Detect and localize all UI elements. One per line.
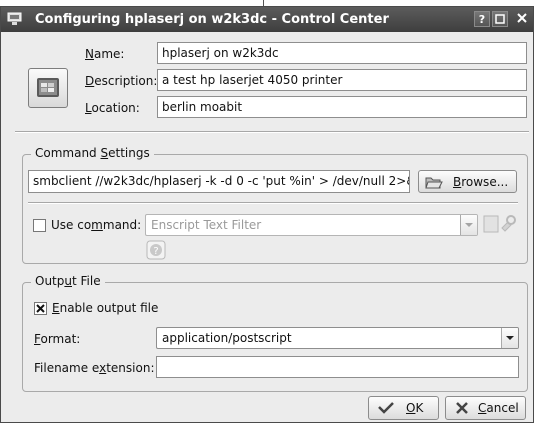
folder-open-icon [425,174,443,193]
command-field[interactable]: smbclient //w2k3dc/hplaserj -k -d 0 -c '… [28,170,410,193]
edit-filter-icon[interactable] [482,214,518,237]
extension-field[interactable] [156,356,519,378]
printer-icon-button[interactable] [28,68,68,108]
maximize-icon [495,14,505,24]
name-field[interactable]: hplaserj on w2k3dc [157,42,527,64]
enable-output-checkbox[interactable] [34,302,47,315]
browse-button[interactable]: Browse... [418,170,517,193]
use-command-label: Use command: [51,218,142,232]
description-label: Description: [85,74,158,88]
output-file-title: Output File [31,274,105,288]
separator [15,131,529,133]
format-select[interactable]: application/postscript [156,327,519,349]
chevron-down-icon [460,215,477,235]
location-label: Location: [85,101,140,115]
maximize-button[interactable] [492,11,508,27]
format-label: Format: [34,332,81,346]
printer-window-icon [37,78,59,97]
name-label: Name: [85,47,125,61]
use-command-checkbox[interactable] [33,219,46,232]
help-icon[interactable]: ? [146,240,166,263]
svg-text:?: ? [153,246,158,257]
checkmark-icon [36,304,45,313]
close-button[interactable] [513,11,531,27]
extension-label: Filename extension: [34,361,155,375]
help-button[interactable]: ? [474,11,490,27]
control-center-dialog: Configuring hplaserj on w2k3dc - Control… [0,6,534,423]
command-settings-title: Command Settings [31,146,154,160]
cancel-button[interactable]: Cancel [445,396,526,420]
printer-app-icon [7,12,22,26]
ok-button[interactable]: OK [368,396,439,420]
format-value: application/postscript [162,331,292,345]
enable-output-label: Enable output file [52,301,159,315]
window-title: Configuring hplaserj on w2k3dc - Control… [35,12,389,27]
title-bar[interactable]: Configuring hplaserj on w2k3dc - Control… [1,7,533,32]
checkmark-icon [377,401,395,418]
command-filter-value: Enscript Text Filter [151,218,262,232]
command-filter-select[interactable]: Enscript Text Filter [145,214,478,236]
cancel-icon [454,401,470,418]
location-field[interactable]: berlin moabit [157,96,527,118]
chevron-down-icon [501,328,518,348]
description-field[interactable]: a test hp laserjet 4050 printer [157,69,527,91]
command-separator [28,202,518,204]
close-icon [517,13,527,23]
